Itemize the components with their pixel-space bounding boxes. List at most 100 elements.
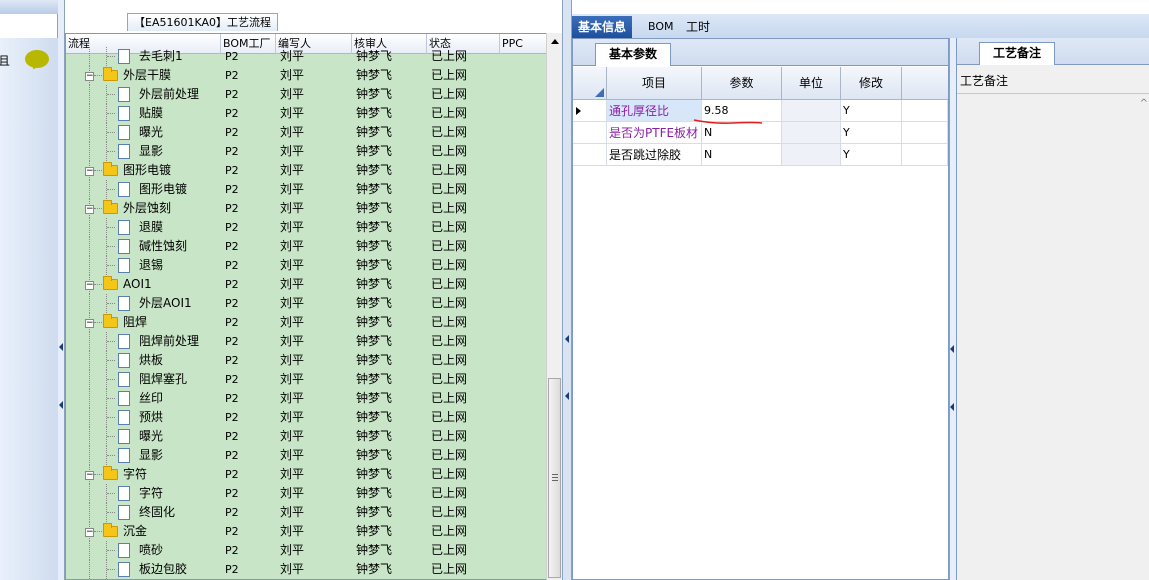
- tab-basic-info[interactable]: 基本信息: [572, 16, 633, 38]
- process-panel-title: 【EA51601KA0】工艺流程: [127, 13, 279, 31]
- row-indicator[interactable]: [573, 122, 607, 144]
- document-icon: [118, 334, 130, 349]
- bom-cell: P2: [225, 468, 239, 481]
- tree-row[interactable]: 终固化 P2 刘平 钟梦飞 已上网: [66, 503, 546, 522]
- tab-work-hours[interactable]: 工时: [680, 16, 716, 38]
- bom-cell: P2: [225, 563, 239, 576]
- process-tree[interactable]: 流程 BOM工厂 编写人 核审人 状态 PPC 去毛刺1 P2 刘平 钟梦飞 已上网 − 外…: [65, 33, 562, 580]
- left-splitter[interactable]: [58, 0, 65, 580]
- param-unit-cell[interactable]: [782, 100, 841, 122]
- tree-row[interactable]: 碱性蚀刻 P2 刘平 钟梦飞 已上网: [66, 237, 546, 256]
- tree-row[interactable]: − 外层干膜 P2 刘平 钟梦飞 已上网: [66, 66, 546, 85]
- scroll-up-icon[interactable]: [551, 39, 559, 44]
- collapse-left-icon-2[interactable]: [59, 401, 63, 409]
- chat-bubble-icon[interactable]: [25, 50, 49, 68]
- tree-row[interactable]: 贴膜 P2 刘平 钟梦飞 已上网: [66, 104, 546, 123]
- param-modify-cell[interactable]: Y: [841, 122, 902, 144]
- tree-node-label: 外层干膜: [123, 68, 172, 82]
- col-header-item[interactable]: 项目: [607, 67, 702, 100]
- param-value-cell[interactable]: N: [702, 144, 782, 166]
- tree-row[interactable]: 喷砂 P2 刘平 钟梦飞 已上网: [66, 541, 546, 560]
- writer-cell: 刘平: [280, 372, 305, 386]
- param-modify-cell[interactable]: Y: [841, 144, 902, 166]
- tree-row[interactable]: 外层AOI1 P2 刘平 钟梦飞 已上网: [66, 294, 546, 313]
- collapse-node-icon[interactable]: −: [85, 205, 94, 214]
- param-modify-cell[interactable]: Y: [841, 100, 902, 122]
- col-header-param[interactable]: 参数: [702, 67, 782, 100]
- middle-splitter[interactable]: [562, 0, 572, 580]
- status-cell: 已上网: [431, 87, 468, 101]
- tree-row[interactable]: 退锡 P2 刘平 钟梦飞 已上网: [66, 256, 546, 275]
- param-filler-cell[interactable]: [902, 122, 948, 144]
- param-item-cell[interactable]: 是否为PTFE板材: [607, 122, 702, 144]
- tree-connector: [107, 132, 115, 133]
- tree-row[interactable]: − 外层蚀刻 P2 刘平 钟梦飞 已上网: [66, 199, 546, 218]
- collapse-node-icon[interactable]: −: [85, 167, 94, 176]
- tree-row[interactable]: 曝光 P2 刘平 钟梦飞 已上网: [66, 123, 546, 142]
- tree-connector: [89, 256, 90, 275]
- tree-row[interactable]: 烘板 P2 刘平 钟梦飞 已上网: [66, 351, 546, 370]
- tree-row[interactable]: − 图形电镀 P2 刘平 钟梦飞 已上网: [66, 161, 546, 180]
- reviewer-cell: 钟梦飞: [356, 277, 393, 291]
- collapse-node-icon[interactable]: −: [85, 72, 94, 81]
- tree-row[interactable]: 预烘 P2 刘平 钟梦飞 已上网: [66, 408, 546, 427]
- tab-process-notes[interactable]: 工艺备注: [979, 42, 1055, 65]
- param-filler-cell[interactable]: [902, 100, 948, 122]
- tab-basic-params[interactable]: 基本参数: [595, 43, 671, 66]
- process-tree-scrollbar[interactable]: [546, 33, 562, 580]
- row-indicator[interactable]: [573, 100, 607, 122]
- writer-cell: 刘平: [280, 163, 305, 177]
- scroll-thumb[interactable]: [548, 378, 561, 578]
- tree-row[interactable]: 显影 P2 刘平 钟梦飞 已上网: [66, 446, 546, 465]
- reviewer-cell: 钟梦飞: [356, 486, 393, 500]
- collapse-right-icon-2[interactable]: [950, 403, 954, 411]
- notes-textarea[interactable]: ^: [957, 93, 1149, 580]
- collapse-middle-icon-2[interactable]: [565, 392, 569, 400]
- tab-bom[interactable]: BOM: [642, 16, 680, 38]
- param-item-cell[interactable]: 通孔厚径比: [607, 100, 702, 122]
- tree-row[interactable]: − 阻焊 P2 刘平 钟梦飞 已上网: [66, 313, 546, 332]
- scroll-up-icon[interactable]: ^: [1140, 98, 1148, 109]
- collapse-right-icon[interactable]: [950, 345, 954, 353]
- col-header-modify[interactable]: 修改: [841, 67, 902, 100]
- document-icon: [118, 87, 130, 102]
- tree-row[interactable]: 板边包胶 P2 刘平 钟梦飞 已上网: [66, 560, 546, 579]
- tree-row[interactable]: 退膜 P2 刘平 钟梦飞 已上网: [66, 218, 546, 237]
- tree-row[interactable]: 字符 P2 刘平 钟梦飞 已上网: [66, 484, 546, 503]
- tree-connector: [107, 550, 115, 551]
- collapse-node-icon[interactable]: −: [85, 528, 94, 537]
- collapse-middle-icon[interactable]: [565, 335, 569, 343]
- tree-connector: [107, 189, 115, 190]
- collapse-node-icon[interactable]: −: [85, 281, 94, 290]
- params-row[interactable]: 是否跳过除胶 N Y: [573, 144, 948, 166]
- param-filler-cell[interactable]: [902, 144, 948, 166]
- tree-row[interactable]: − 沉金 P2 刘平 钟梦飞 已上网: [66, 522, 546, 541]
- tree-row[interactable]: 外层前处理 P2 刘平 钟梦飞 已上网: [66, 85, 546, 104]
- writer-cell: 刘平: [280, 486, 305, 500]
- tree-row[interactable]: 曝光 P2 刘平 钟梦飞 已上网: [66, 427, 546, 446]
- tree-connector: [107, 227, 115, 228]
- param-item-cell[interactable]: 是否跳过除胶: [607, 144, 702, 166]
- tree-node-label: 退锡: [139, 258, 164, 272]
- tree-connector: [107, 94, 115, 95]
- writer-cell: 刘平: [280, 543, 305, 557]
- tree-row[interactable]: 丝印 P2 刘平 钟梦飞 已上网: [66, 389, 546, 408]
- tree-row[interactable]: 图形电镀 P2 刘平 钟梦飞 已上网: [66, 180, 546, 199]
- param-unit-cell[interactable]: [782, 122, 841, 144]
- writer-cell: 刘平: [280, 239, 305, 253]
- collapse-node-icon[interactable]: −: [85, 319, 94, 328]
- tree-row[interactable]: 去毛刺1 P2 刘平 钟梦飞 已上网: [66, 47, 546, 66]
- tree-row[interactable]: − 字符 P2 刘平 钟梦飞 已上网: [66, 465, 546, 484]
- collapse-left-icon[interactable]: [59, 343, 63, 351]
- reviewer-cell: 钟梦飞: [356, 410, 393, 424]
- row-indicator[interactable]: [573, 144, 607, 166]
- col-header-unit[interactable]: 单位: [782, 67, 841, 100]
- tree-row[interactable]: 显影 P2 刘平 钟梦飞 已上网: [66, 142, 546, 161]
- param-unit-cell[interactable]: [782, 144, 841, 166]
- tree-row[interactable]: − AOI1 P2 刘平 钟梦飞 已上网: [66, 275, 546, 294]
- tree-row[interactable]: 阻焊前处理 P2 刘平 钟梦飞 已上网: [66, 332, 546, 351]
- tree-row[interactable]: 阻焊塞孔 P2 刘平 钟梦飞 已上网: [66, 370, 546, 389]
- collapse-node-icon[interactable]: −: [85, 471, 94, 480]
- reviewer-cell: 钟梦飞: [356, 391, 393, 405]
- right-splitter[interactable]: [949, 38, 956, 580]
